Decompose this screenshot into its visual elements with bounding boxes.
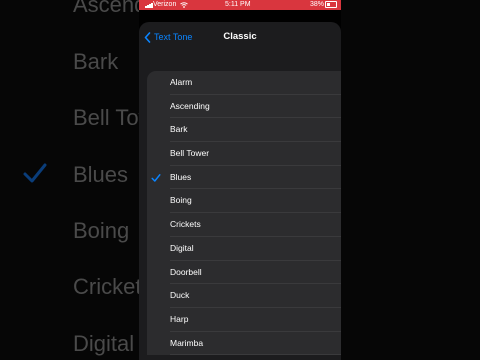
status-time: 5:11 PM	[225, 1, 251, 8]
bg-item-boing: Boing	[73, 218, 130, 243]
bg-item-bark: Bark	[73, 49, 119, 74]
tone-label: Harp	[170, 313, 189, 324]
tone-label: Boing	[170, 195, 192, 206]
carrier-name: Verizon	[153, 1, 177, 8]
tone-label: Bell Tower	[170, 148, 210, 159]
tone-row[interactable]: Blues	[147, 166, 341, 190]
tone-row[interactable]: Crickets	[147, 213, 341, 237]
tone-row[interactable]: Boing	[147, 189, 341, 214]
tone-label: Crickets	[170, 219, 201, 230]
battery-percentage: 38%	[310, 1, 325, 8]
tone-label: Marimba	[170, 337, 204, 348]
bg-item-blues: Blues	[73, 162, 129, 187]
tone-label: Bark	[170, 124, 188, 135]
navigation-bar: Text Tone Classic	[139, 22, 341, 52]
row-separator	[170, 354, 341, 356]
checkmark-icon	[151, 173, 161, 182]
tone-row[interactable]: Bark	[147, 118, 341, 143]
cellular-signal-icon	[145, 1, 153, 8]
tone-row[interactable]: Duck	[147, 284, 341, 308]
tone-row[interactable]: Doorbell	[147, 261, 341, 285]
bg-item-digital: Digital	[73, 331, 135, 356]
tone-row[interactable]: Digital	[147, 237, 341, 261]
tone-label: Alarm	[170, 77, 193, 87]
battery-icon	[325, 1, 337, 8]
bg-checkmark-icon	[23, 163, 47, 183]
tone-label: Digital	[170, 242, 194, 253]
tone-label: Doorbell	[170, 266, 202, 277]
tone-label: Duck	[170, 290, 190, 301]
page-title: Classic	[139, 30, 341, 44]
status-bar: Verizon 5:11 PM 38%	[139, 0, 341, 10]
tone-row[interactable]: Marimba	[147, 332, 341, 356]
tone-list: Alarm Ascending Bark Bell Tower Blues Boing Cr…	[147, 71, 341, 356]
tone-label: Blues	[170, 171, 192, 182]
tone-picker-sheet: Text Tone Classic Alarm Ascending Bark Bell…	[139, 22, 341, 360]
tone-row[interactable]: Ascending	[147, 95, 341, 119]
tone-row[interactable]: Bell Tower	[147, 142, 341, 166]
tone-row[interactable]: Alarm	[147, 71, 341, 95]
tone-row[interactable]: Harp	[147, 308, 341, 332]
phone-screen: Verizon 5:11 PM 38% Text Tone Classic Al…	[139, 0, 341, 360]
wifi-icon	[180, 2, 188, 8]
page-title-text: Classic	[223, 31, 257, 42]
tone-label: Ascending	[170, 100, 210, 111]
